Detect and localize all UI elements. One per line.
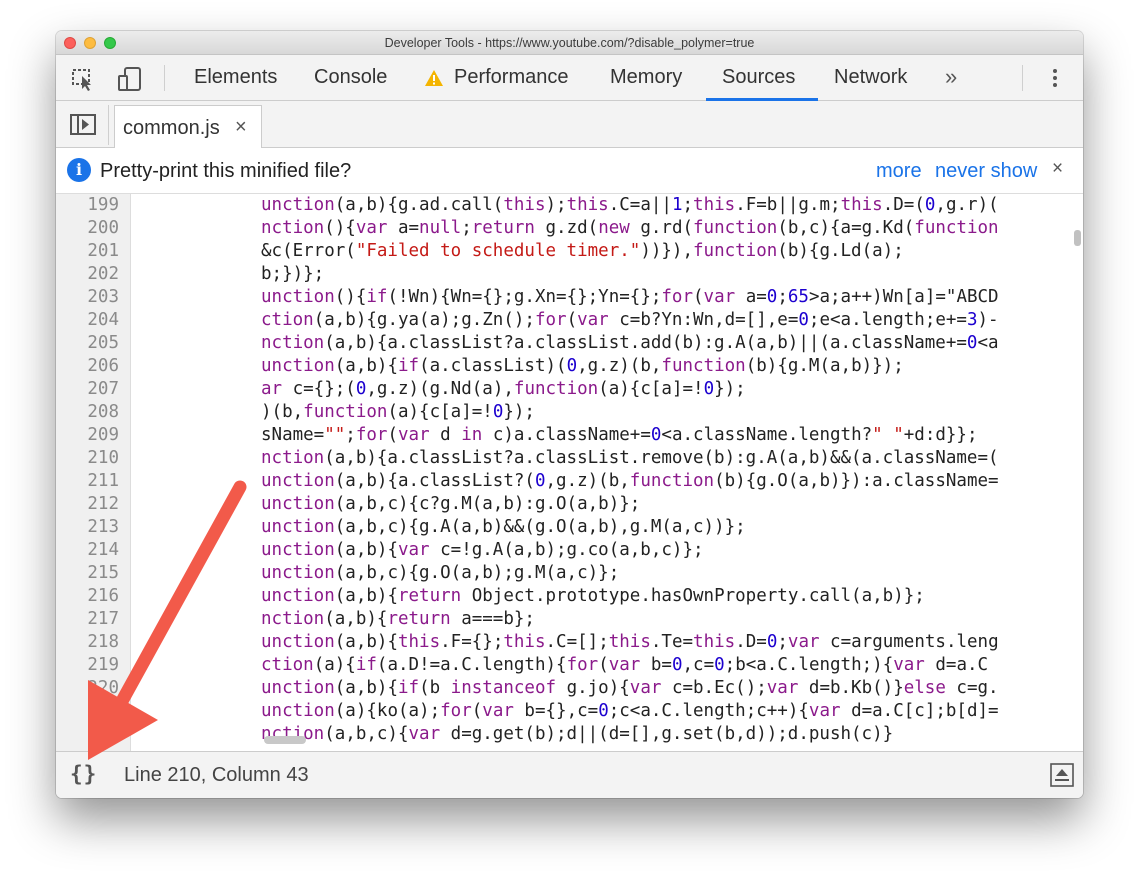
line-number[interactable]: 203 [56,286,119,309]
close-infobar-icon[interactable]: × [1052,158,1063,180]
line-number[interactable]: 218 [56,631,119,654]
code-line[interactable]: unction(a,b,c){g.O(a,b);g.M(a,c)}; [261,562,619,585]
line-number[interactable]: 220 [56,677,119,700]
window-title: Developer Tools - https://www.youtube.co… [384,36,755,50]
warning-icon [425,70,443,86]
line-number[interactable]: 216 [56,585,119,608]
device-toolbar-icon[interactable] [116,67,144,91]
code-line[interactable]: unction(a,b){g.ad.call(this);this.C=a||1… [261,194,999,217]
filebar-divider [108,105,109,145]
tab-network[interactable]: Network [834,66,907,89]
line-number[interactable]: 208 [56,401,119,424]
tab-sources[interactable]: Sources [722,66,795,89]
code-line[interactable]: unction(a){ko(a);for(var b={},c=0;c<a.C.… [261,700,999,723]
tab-elements[interactable]: Elements [194,66,277,89]
line-number[interactable]: 212 [56,493,119,516]
main-tab-bar: Elements Console Performance Memory Sour… [56,55,1083,101]
code-editor[interactable]: 199 200 201 202 203 204 205 206 207 208 209 210 211 2… [56,194,1083,751]
line-number[interactable]: 214 [56,539,119,562]
code-line[interactable]: nction(a,b,c){var d=g.get(b);d||(d=[],g.… [261,723,893,746]
line-number[interactable]: 209 [56,424,119,447]
code-line[interactable]: b;})}; [261,263,324,286]
navigator-toggle-icon[interactable] [70,114,96,135]
info-icon: i [67,158,91,182]
code-line[interactable]: unction(a,b){this.F={};this.C=[];this.Te… [261,631,999,654]
status-bar: {} Line 210, Column 43 [56,751,1083,798]
line-number[interactable]: 200 [56,217,119,240]
line-number[interactable]: 217 [56,608,119,631]
line-number[interactable]: 211 [56,470,119,493]
file-tab-common-js[interactable]: common.js × [114,105,262,149]
code-line[interactable]: unction(a,b){a.classList?(0,g.z)(b,funct… [261,470,999,493]
tab-memory[interactable]: Memory [610,66,682,89]
code-line[interactable]: ction(a){if(a.D!=a.C.length){for(var b=0… [261,654,988,677]
code-line[interactable]: ar c={};(0,g.z)(g.Nd(a),function(a){c[a]… [261,378,746,401]
tab-console[interactable]: Console [314,66,387,89]
title-bar: Developer Tools - https://www.youtube.co… [56,31,1083,55]
vertical-scrollbar-thumb[interactable] [1074,230,1081,246]
line-number[interactable]: 199 [56,194,119,217]
line-number[interactable]: 201 [56,240,119,263]
inspect-element-icon[interactable] [70,67,98,91]
code-line[interactable]: unction(a,b){return Object.prototype.has… [261,585,925,608]
toolbar-divider [1022,65,1023,91]
code-line[interactable]: sName="";for(var d in c)a.className+=0<a… [261,424,978,447]
line-number[interactable]: 213 [56,516,119,539]
line-number[interactable]: 206 [56,355,119,378]
code-line[interactable]: unction(){if(!Wn){Wn={};g.Xn={};Yn={};fo… [261,286,999,309]
line-number-gutter: 199 200 201 202 203 204 205 206 207 208 209 210 211 2… [56,194,131,751]
line-number[interactable]: 207 [56,378,119,401]
code-line[interactable]: unction(a,b){if(b instanceof g.jo){var c… [261,677,999,700]
tab-performance[interactable]: Performance [454,66,569,89]
pretty-print-icon[interactable]: {} [70,762,97,786]
horizontal-scrollbar-thumb[interactable] [264,736,306,744]
more-tabs-button[interactable]: » [945,64,957,90]
line-number[interactable]: 204 [56,309,119,332]
code-line[interactable]: unction(a,b){var c=!g.A(a,b);g.co(a,b,c)… [261,539,704,562]
infobar-message: Pretty-print this minified file? [100,160,352,182]
never-show-link[interactable]: never show [935,160,1037,183]
more-link[interactable]: more [876,160,922,183]
line-number[interactable]: 210 [56,447,119,470]
code-line[interactable]: unction(a,b){if(a.classList)(0,g.z)(b,fu… [261,355,904,378]
code-line[interactable]: )(b,function(a){c[a]=!0}); [261,401,535,424]
file-tab-bar: common.js × [56,101,1083,149]
cursor-position: Line 210, Column 43 [124,764,309,786]
code-line[interactable]: nction(){var a=null;return g.zd(new g.rd… [261,217,999,240]
line-number[interactable]: 215 [56,562,119,585]
pretty-print-infobar: i Pretty-print this minified file? more … [56,148,1083,194]
show-drawer-icon[interactable] [1050,763,1074,787]
line-number[interactable]: 222 [56,723,119,746]
line-number[interactable]: 219 [56,654,119,677]
code-area[interactable]: unction(a,b){g.ad.call(this);this.C=a||1… [261,194,1071,751]
kebab-menu-icon[interactable] [1052,67,1058,91]
code-line[interactable]: &c(Error("Failed to schedule timer."))})… [261,240,904,263]
code-line[interactable]: unction(a,b,c){c?g.M(a,b):g.O(a,b)}; [261,493,640,516]
close-file-tab-icon[interactable]: × [235,116,247,139]
line-number[interactable]: 221 [56,700,119,723]
line-number[interactable]: 202 [56,263,119,286]
file-tab-label: common.js [123,117,220,139]
code-line[interactable]: ction(a,b){g.ya(a);g.Zn();for(var c=b?Yn… [261,309,999,332]
line-number[interactable]: 205 [56,332,119,355]
code-line[interactable]: unction(a,b,c){g.A(a,b)&&(g.O(a,b),g.M(a… [261,516,746,539]
toolbar-divider [164,65,165,91]
code-line[interactable]: nction(a,b){a.classList?a.classList.add(… [261,332,999,355]
devtools-window: Developer Tools - https://www.youtube.co… [56,31,1083,798]
code-line[interactable]: nction(a,b){a.classList?a.classList.remo… [261,447,999,470]
code-line[interactable]: nction(a,b){return a===b}; [261,608,535,631]
